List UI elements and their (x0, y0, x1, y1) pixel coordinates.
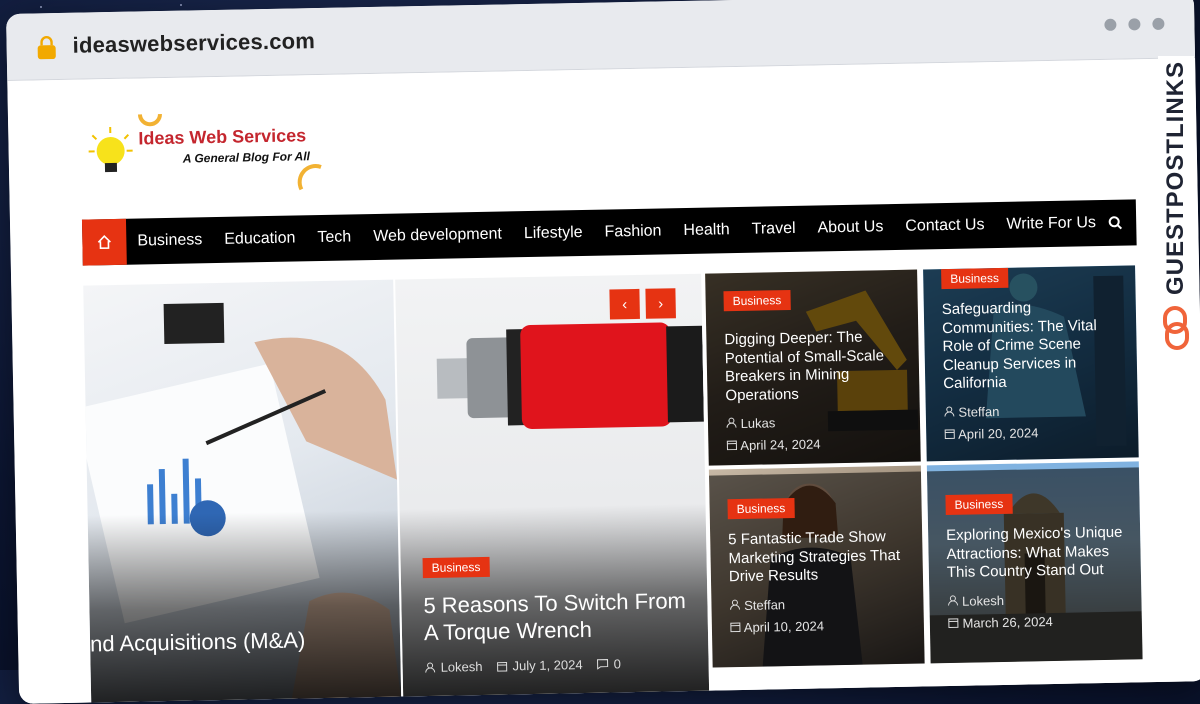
card-title[interactable]: 5 Fantastic Trade Show Marketing Strateg… (728, 528, 909, 587)
watermark-text: GUESTPOSTLINKS (1162, 56, 1190, 300)
user-icon (726, 417, 737, 428)
calendar-icon (948, 616, 959, 627)
post-card[interactable]: Business Safeguarding Communities: The V… (923, 265, 1139, 461)
window-dot[interactable] (1104, 19, 1116, 31)
category-badge[interactable]: Business (941, 268, 1008, 289)
nav-item-tech[interactable]: Tech (306, 228, 362, 247)
post-date: April 24, 2024 (740, 436, 821, 453)
calendar-icon (730, 621, 741, 632)
nav-item-education[interactable]: Education (213, 229, 307, 249)
comments[interactable]: 0 (596, 656, 621, 671)
home-icon (96, 234, 112, 250)
chain-link-icon (1161, 306, 1191, 350)
date: April 24, 2024 (726, 432, 906, 457)
card-title[interactable]: Exploring Mexico's Unique Attractions: W… (946, 524, 1127, 583)
author[interactable]: Lokesh (424, 659, 482, 675)
calendar-icon (944, 427, 955, 438)
hero-slide-prev[interactable]: nd Acquisitions (M&A) (83, 280, 401, 704)
user-icon (947, 594, 958, 605)
guestpostlinks-watermark: GUESTPOSTLINKS (1158, 56, 1194, 356)
comment-icon (597, 659, 609, 670)
nav-item-web-development[interactable]: Web development (362, 225, 513, 246)
post-date: July 1, 2024 (512, 657, 582, 673)
web-page: Ideas Web Services A General Blog For Al… (7, 58, 1200, 704)
card-title[interactable]: Safeguarding Communities: The Vital Role… (942, 298, 1124, 394)
hero-title[interactable]: 5 Reasons To Switch From A Torque Wrench (423, 587, 702, 646)
slider-prev-button[interactable]: ‹ (609, 289, 640, 320)
calendar-icon (496, 660, 507, 671)
window-controls (1104, 18, 1164, 31)
date: July 1, 2024 (496, 657, 582, 674)
lock-icon (36, 35, 56, 59)
card-title[interactable]: Digging Deeper: The Potential of Small-S… (724, 328, 905, 405)
nav-item-travel[interactable]: Travel (741, 220, 807, 239)
date: April 10, 2024 (730, 613, 910, 638)
nav-item-health[interactable]: Health (672, 221, 741, 240)
nav-item-about-us[interactable]: About Us (806, 218, 894, 238)
category-badge[interactable]: Business (727, 498, 794, 519)
hero-title[interactable]: nd Acquisitions (M&A) (90, 626, 306, 657)
nav-item-business[interactable]: Business (126, 231, 213, 251)
author-name[interactable]: Lokesh (962, 592, 1004, 608)
post-card[interactable]: Business 5 Fantastic Trade Show Marketin… (709, 466, 925, 668)
nav-item-fashion[interactable]: Fashion (593, 222, 672, 242)
user-icon (729, 599, 740, 610)
window-dot[interactable] (1128, 18, 1140, 30)
post-date: March 26, 2024 (962, 614, 1053, 631)
search-icon[interactable] (1108, 216, 1122, 230)
comment-count[interactable]: 0 (613, 656, 621, 671)
calendar-icon (726, 439, 737, 450)
featured-grid: nd Acquisitions (M&A) ‹ › Business 5 Rea… (83, 265, 1149, 704)
nav-item-write-for-us[interactable]: Write For Us (995, 214, 1107, 234)
nav-home-button[interactable] (82, 219, 127, 266)
window-dot[interactable] (1152, 18, 1164, 30)
category-badge[interactable]: Business (945, 494, 1012, 515)
author-name[interactable]: Lukas (740, 415, 775, 431)
post-date: April 10, 2024 (744, 618, 825, 635)
user-icon (944, 405, 955, 416)
url-text[interactable]: ideaswebservices.com (72, 28, 315, 59)
logo-tagline: A General Blog For All (183, 149, 310, 165)
author-name[interactable]: Lokesh (440, 659, 482, 675)
hero-shade (88, 510, 402, 704)
browser-window: ideaswebservices.com Ideas Web Servi (6, 0, 1200, 704)
date: March 26, 2024 (948, 609, 1128, 634)
user-icon (425, 662, 436, 673)
category-badge[interactable]: Business (423, 557, 490, 578)
author-name[interactable]: Steffan (744, 597, 785, 613)
post-card[interactable]: Business Exploring Mexico's Unique Attra… (927, 461, 1143, 663)
main-nav: Business Education Tech Web development … (82, 199, 1137, 265)
date: April 20, 2024 (944, 420, 1124, 445)
nav-item-lifestyle[interactable]: Lifestyle (513, 224, 594, 244)
post-card[interactable]: Business Digging Deeper: The Potential o… (705, 270, 921, 466)
logo-title: Ideas Web Services (138, 125, 306, 149)
category-badge[interactable]: Business (723, 290, 790, 311)
post-date: April 20, 2024 (958, 425, 1039, 442)
nav-item-contact-us[interactable]: Contact Us (894, 216, 995, 236)
author-name[interactable]: Steffan (958, 404, 999, 420)
site-logo[interactable]: Ideas Web Services A General Blog For Al… (76, 105, 338, 200)
hero-slide-active[interactable]: ‹ › Business 5 Reasons To Switch From A … (395, 274, 709, 700)
slider-next-button[interactable]: › (645, 288, 676, 319)
